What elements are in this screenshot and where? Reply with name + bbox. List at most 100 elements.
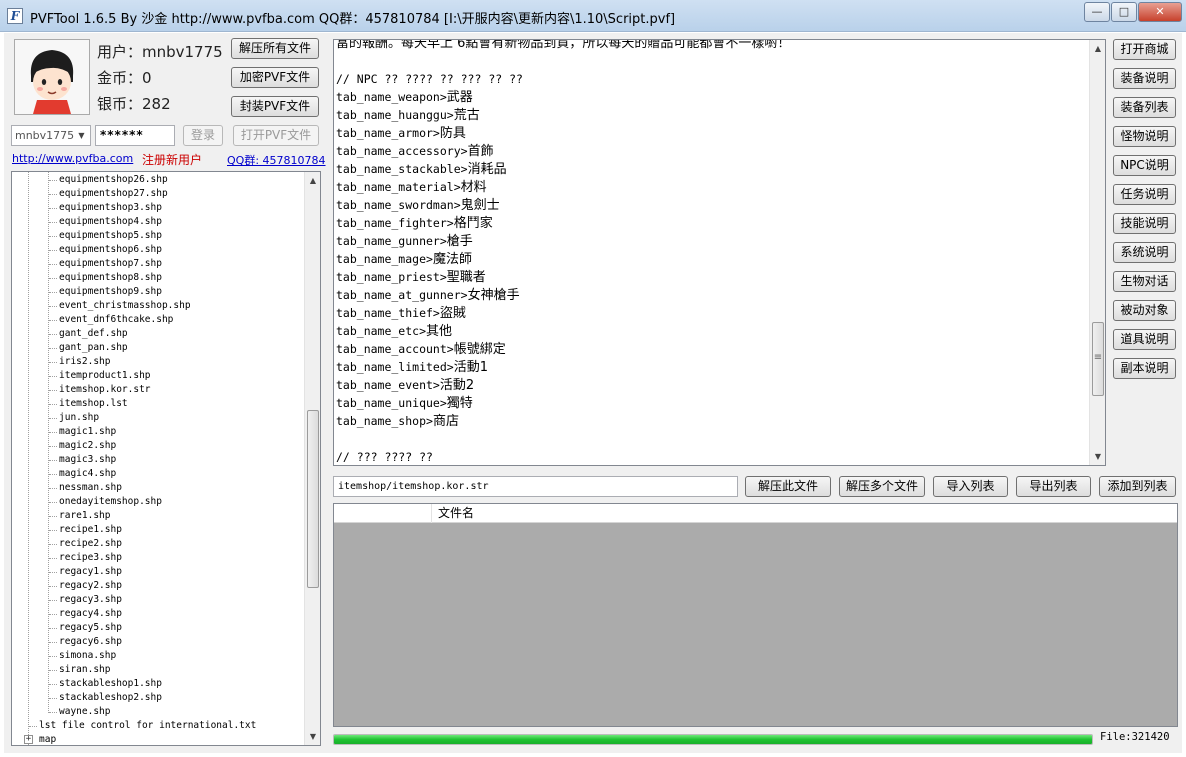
side-button[interactable]: 装备列表 bbox=[1113, 97, 1176, 118]
login-button[interactable]: 登录 bbox=[183, 125, 223, 146]
tree-item[interactable]: regacy2.shp bbox=[12, 579, 304, 593]
side-button[interactable]: 系统说明 bbox=[1113, 242, 1176, 263]
tree-item[interactable]: equipmentshop6.shp bbox=[12, 243, 304, 257]
code-value: 獨特 bbox=[446, 396, 473, 411]
export-list-button[interactable]: 导出列表 bbox=[1016, 476, 1091, 497]
maximize-button[interactable]: □ bbox=[1111, 2, 1137, 22]
tree-item[interactable]: iris2.shp bbox=[12, 355, 304, 369]
editor-scrollbar[interactable]: ▲ ≡ ▼ bbox=[1089, 40, 1105, 465]
tree-item[interactable]: recipe3.shp bbox=[12, 551, 304, 565]
scroll-thumb[interactable] bbox=[307, 410, 319, 588]
side-button[interactable]: 装备说明 bbox=[1113, 68, 1176, 89]
tree-scrollbar[interactable]: ▲ ▼ bbox=[304, 172, 320, 745]
tree-folder-map[interactable]: + map bbox=[12, 733, 304, 745]
tree-item[interactable]: equipmentshop9.shp bbox=[12, 285, 304, 299]
tree-item[interactable]: onedayitemshop.shp bbox=[12, 495, 304, 509]
scroll-down-icon[interactable]: ▼ bbox=[1090, 448, 1105, 465]
tree-item[interactable]: rare1.shp bbox=[12, 509, 304, 523]
username-select[interactable]: mnbv1775 ▼ bbox=[11, 125, 91, 146]
tree-item-label: jun.shp bbox=[59, 412, 100, 423]
scroll-down-icon[interactable]: ▼ bbox=[305, 728, 320, 745]
tree-item[interactable]: regacy6.shp bbox=[12, 635, 304, 649]
file-path-input[interactable]: itemshop/itemshop.kor.str bbox=[333, 476, 738, 497]
tree-item[interactable]: recipe1.shp bbox=[12, 523, 304, 537]
encrypt-pvf-button[interactable]: 加密PVF文件 bbox=[231, 67, 319, 88]
tree-item[interactable]: event_christmasshop.shp bbox=[12, 299, 304, 313]
grip-icon: ≡ bbox=[1093, 352, 1103, 363]
tree-item[interactable]: itemshop.kor.str bbox=[12, 383, 304, 397]
code-key: tab_name_stackable> bbox=[336, 162, 468, 176]
extract-all-button[interactable]: 解压所有文件 bbox=[231, 38, 319, 59]
avatar-image bbox=[15, 40, 89, 114]
side-button[interactable]: 被动对象 bbox=[1113, 300, 1176, 321]
open-pvf-button[interactable]: 打开PVF文件 bbox=[233, 125, 319, 146]
side-button[interactable]: NPC说明 bbox=[1113, 155, 1176, 176]
side-button[interactable]: 怪物说明 bbox=[1113, 126, 1176, 147]
file-list[interactable]: 文件名 bbox=[333, 503, 1178, 727]
tree-item[interactable]: magic2.shp bbox=[12, 439, 304, 453]
code-key: tab_name_thief> bbox=[336, 306, 440, 320]
tree-item[interactable]: regacy3.shp bbox=[12, 593, 304, 607]
tree-item[interactable]: magic3.shp bbox=[12, 453, 304, 467]
tree-item[interactable]: equipmentshop27.shp bbox=[12, 187, 304, 201]
tree-item[interactable]: gant_def.shp bbox=[12, 327, 304, 341]
side-button[interactable]: 技能说明 bbox=[1113, 213, 1176, 234]
tree-item[interactable]: gant_pan.shp bbox=[12, 341, 304, 355]
tree-item[interactable]: equipmentshop7.shp bbox=[12, 257, 304, 271]
tree-item[interactable]: siran.shp bbox=[12, 663, 304, 677]
code-line: tab_name_material>材料 bbox=[336, 178, 487, 196]
tree-item[interactable]: simona.shp bbox=[12, 649, 304, 663]
file-tree[interactable]: equipmentshop26.shp equipmentshop27.shp eq… bbox=[11, 171, 321, 746]
import-list-button[interactable]: 导入列表 bbox=[933, 476, 1008, 497]
scroll-thumb[interactable]: ≡ bbox=[1092, 322, 1104, 396]
scroll-up-icon[interactable]: ▲ bbox=[305, 172, 320, 189]
tree-item[interactable]: regacy1.shp bbox=[12, 565, 304, 579]
tree-item-label: nessman.shp bbox=[59, 482, 122, 493]
code-value: 消耗品 bbox=[467, 162, 507, 177]
tree-item[interactable]: equipmentshop8.shp bbox=[12, 271, 304, 285]
tree-item[interactable]: magic4.shp bbox=[12, 467, 304, 481]
tree-item[interactable]: wayne.shp bbox=[12, 705, 304, 719]
tree-item[interactable]: jun.shp bbox=[12, 411, 304, 425]
side-button[interactable]: 打开商城 bbox=[1113, 39, 1176, 60]
add-to-list-button[interactable]: 添加到列表 bbox=[1099, 476, 1176, 497]
qq-group-link[interactable]: QQ群: 457810784 bbox=[227, 152, 326, 168]
pack-pvf-button[interactable]: 封装PVF文件 bbox=[231, 96, 319, 117]
tree-item[interactable]: regacy5.shp bbox=[12, 621, 304, 635]
tree-item[interactable]: regacy4.shp bbox=[12, 607, 304, 621]
register-link[interactable]: 注册新用户 bbox=[142, 151, 202, 168]
code-value: 武器 bbox=[446, 90, 473, 105]
tree-item[interactable]: equipmentshop3.shp bbox=[12, 201, 304, 215]
column-header-blank[interactable] bbox=[334, 504, 432, 523]
tree-item[interactable]: equipmentshop26.shp bbox=[12, 173, 304, 187]
tree-item[interactable]: equipmentshop4.shp bbox=[12, 215, 304, 229]
code-value: 帳號綁定 bbox=[453, 342, 506, 357]
expand-icon[interactable]: + bbox=[24, 735, 33, 744]
side-button[interactable]: 生物对话 bbox=[1113, 271, 1176, 292]
tree-item[interactable]: nessman.shp bbox=[12, 481, 304, 495]
tree-item-label: itemproduct1.shp bbox=[59, 370, 151, 381]
tree-item[interactable]: itemproduct1.shp bbox=[12, 369, 304, 383]
close-button[interactable]: ✕ bbox=[1138, 2, 1182, 22]
tree-item[interactable]: equipmentshop5.shp bbox=[12, 229, 304, 243]
tree-item[interactable]: magic1.shp bbox=[12, 425, 304, 439]
tree-item[interactable]: itemshop.lst bbox=[12, 397, 304, 411]
tree-item[interactable]: event_dnf6thcake.shp bbox=[12, 313, 304, 327]
minimize-button[interactable]: — bbox=[1084, 2, 1110, 22]
side-button[interactable]: 道具说明 bbox=[1113, 329, 1176, 350]
site-link[interactable]: http://www.pvfba.com bbox=[12, 152, 133, 165]
tree-item-root-file[interactable]: lst file control for international.txt bbox=[12, 719, 304, 733]
tree-item-label: wayne.shp bbox=[59, 706, 111, 717]
scroll-up-icon[interactable]: ▲ bbox=[1090, 40, 1105, 57]
side-button[interactable]: 任务说明 bbox=[1113, 184, 1176, 205]
extract-this-button[interactable]: 解压此文件 bbox=[745, 476, 831, 497]
script-editor[interactable]: 富的報酬。每天早上 6點會有新物品到貨，所以每天的贈品可能都會不一樣喲！ // N… bbox=[333, 39, 1106, 466]
column-header-filename[interactable]: 文件名 bbox=[432, 504, 1177, 523]
tree-item[interactable]: stackableshop2.shp bbox=[12, 691, 304, 705]
password-field[interactable]: ****** bbox=[95, 125, 175, 146]
side-button[interactable]: 副本说明 bbox=[1113, 358, 1176, 379]
extract-multiple-button[interactable]: 解压多个文件 bbox=[839, 476, 925, 497]
tree-item[interactable]: stackableshop1.shp bbox=[12, 677, 304, 691]
tree-item[interactable]: recipe2.shp bbox=[12, 537, 304, 551]
chevron-down-icon[interactable]: ▼ bbox=[74, 127, 89, 144]
